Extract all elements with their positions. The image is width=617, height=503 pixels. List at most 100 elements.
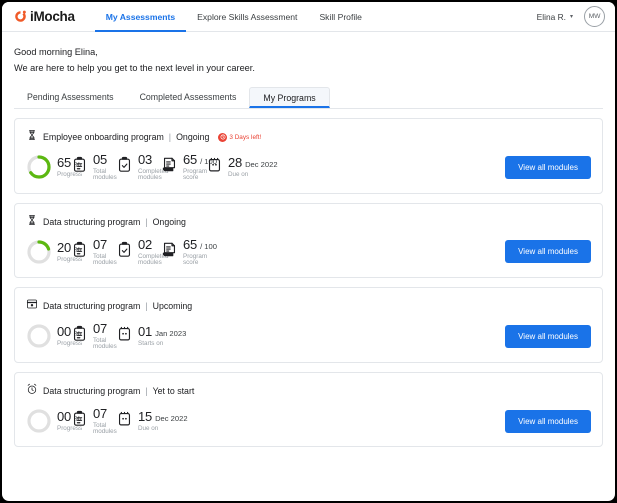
progress-ring <box>26 239 52 265</box>
stat-label: Total modules <box>93 337 117 351</box>
program-status: Ongoing <box>152 216 186 227</box>
brand-name: iMocha <box>30 9 75 24</box>
program-card: Data structuring program | Upcoming 00% Prog… <box>14 287 603 363</box>
clock-alert-icon <box>218 132 228 142</box>
program-title: Employee onboarding program <box>43 132 164 142</box>
program-title: Data structuring program <box>43 385 141 396</box>
stat-value: 02 <box>138 236 153 252</box>
program-card-body: 20% Progress 07 Total modules 02 Completed mo… <box>26 238 591 267</box>
program-card-list: Employee onboarding program | Ongoing 3 Day… <box>2 109 615 448</box>
program-status: Upcoming <box>152 301 193 312</box>
nav-link-my-assessments[interactable]: My Assessments <box>95 2 186 32</box>
stat-value: 01 <box>138 324 153 340</box>
stat-label: Total modules <box>93 421 117 436</box>
greeting-line-2: We are here to help you get to the next … <box>14 63 255 73</box>
calendar-icon <box>206 156 223 178</box>
stat-label: Due on <box>138 424 159 432</box>
status-badge: 3 Days left! <box>218 132 262 142</box>
app-window: iMocha My Assessments Explore Skills Ass… <box>2 2 615 501</box>
stat-label: Program score <box>183 252 208 266</box>
program-card: Data structuring program | Ongoing 20% Progr… <box>14 202 603 279</box>
stat-label: Total modules <box>93 168 117 182</box>
clipboard-list-icon <box>71 156 88 178</box>
title-separator: | <box>145 385 148 396</box>
upcoming-calendar-icon <box>26 297 38 315</box>
progress-ring <box>26 323 52 349</box>
stat-completed-modules: 03 Completed modules <box>116 152 168 182</box>
avatar-initials: MW <box>588 13 601 20</box>
stat-value: 07 <box>93 321 108 337</box>
avatar[interactable]: MW <box>584 6 605 27</box>
clipboard-check-icon <box>116 241 133 263</box>
tab-completed-assessments[interactable]: Completed Assessments <box>127 87 250 108</box>
progress-ring <box>26 408 52 434</box>
stat-value: 03 <box>138 152 153 167</box>
user-menu[interactable]: Elina R. ▾ <box>537 12 573 22</box>
program-card: Employee onboarding program | Ongoing 3 Day… <box>14 118 603 194</box>
stat-unit: Jan 2023 <box>155 329 187 339</box>
tab-my-programs[interactable]: My Programs <box>249 87 330 108</box>
imocha-logo-icon <box>14 10 27 23</box>
title-separator: | <box>145 216 148 227</box>
stat-starts-on: 01 Jan 2023 Starts on <box>116 324 186 347</box>
stat-due-on: 28 Dec 2022 Due on <box>206 155 278 178</box>
stat-progress: 00% Progress <box>26 408 82 434</box>
progress-value: 00 <box>57 324 72 340</box>
nav-link-explore-skills-assessment[interactable]: Explore Skills Assessment <box>186 2 308 32</box>
progress-value: 20 <box>57 239 72 255</box>
title-separator: | <box>168 132 172 142</box>
clipboard-check-icon <box>116 156 133 178</box>
program-card-header: Data structuring program | Yet to start <box>26 382 591 400</box>
clipboard-list-icon <box>71 241 88 263</box>
alarm-clock-icon <box>26 382 38 400</box>
stat-total-modules: 05 Total modules <box>71 152 117 182</box>
brand-logo[interactable]: iMocha <box>14 9 75 24</box>
status-badge-label: 3 Days left! <box>229 133 262 141</box>
view-all-modules-button[interactable]: View all modules <box>505 240 591 264</box>
stat-value: 65 <box>183 152 198 167</box>
view-all-modules-button[interactable]: View all modules <box>505 409 591 433</box>
title-separator: | <box>145 301 148 312</box>
stat-completed-modules: 02 Completed modules <box>116 236 168 267</box>
program-card: Data structuring program | Yet to start 00%… <box>14 371 603 448</box>
stat-progress: 65% Progress <box>26 154 82 180</box>
progress-ring <box>26 154 52 180</box>
stat-label: Starts on <box>138 340 164 348</box>
view-all-modules-button[interactable]: View all modules <box>505 155 591 179</box>
view-all-modules-button[interactable]: View all modules <box>505 324 591 348</box>
stat-progress: 00% Progress <box>26 323 82 349</box>
stat-label: Total modules <box>93 252 117 266</box>
greeting-line-1: Good morning Elina, <box>14 47 98 57</box>
program-card-body: 00% Progress 07 Total modules 01 Jan 2023 Star… <box>26 322 591 351</box>
score-document-icon <box>161 156 178 178</box>
nav-link-skill-profile[interactable]: Skill Profile <box>308 2 373 32</box>
stat-progress: 20% Progress <box>26 239 82 265</box>
stat-value: 28 <box>228 155 243 171</box>
hourglass-icon <box>26 213 38 231</box>
program-card-body: 65% Progress 05 Total modules 03 Completed mo… <box>26 153 591 182</box>
score-document-icon <box>161 241 178 263</box>
greeting-block: Good morning Elina, We are here to help … <box>2 32 615 76</box>
stat-value: 05 <box>93 152 108 167</box>
stat-program-score: 65/ 100 Program score <box>161 152 217 182</box>
program-card-header: Data structuring program | Ongoing <box>26 213 591 231</box>
tab-bar: Pending Assessments Completed Assessment… <box>14 87 603 109</box>
chevron-down-icon: ▾ <box>569 13 573 20</box>
hourglass-icon <box>26 128 38 146</box>
stat-total-modules: 07 Total modules <box>71 321 117 351</box>
stat-value: 07 <box>93 405 108 421</box>
progress-value: 65 <box>57 155 72 171</box>
program-status: Ongoing <box>176 132 210 142</box>
program-title: Data structuring program <box>43 216 141 227</box>
stat-value: 07 <box>93 236 108 252</box>
tab-pending-assessments[interactable]: Pending Assessments <box>14 87 127 108</box>
stat-total-modules: 07 Total modules <box>71 405 117 436</box>
clipboard-list-icon <box>71 325 88 347</box>
progress-value: 00 <box>57 408 72 424</box>
clipboard-list-icon <box>71 410 88 432</box>
stat-unit: Dec 2022 <box>245 160 278 170</box>
program-card-header: Data structuring program | Upcoming <box>26 297 591 315</box>
stat-due-on: 15 Dec 2022 Due on <box>116 410 188 432</box>
stat-total-modules: 07 Total modules <box>71 236 117 267</box>
top-navigation-bar: iMocha My Assessments Explore Skills Ass… <box>2 2 615 32</box>
